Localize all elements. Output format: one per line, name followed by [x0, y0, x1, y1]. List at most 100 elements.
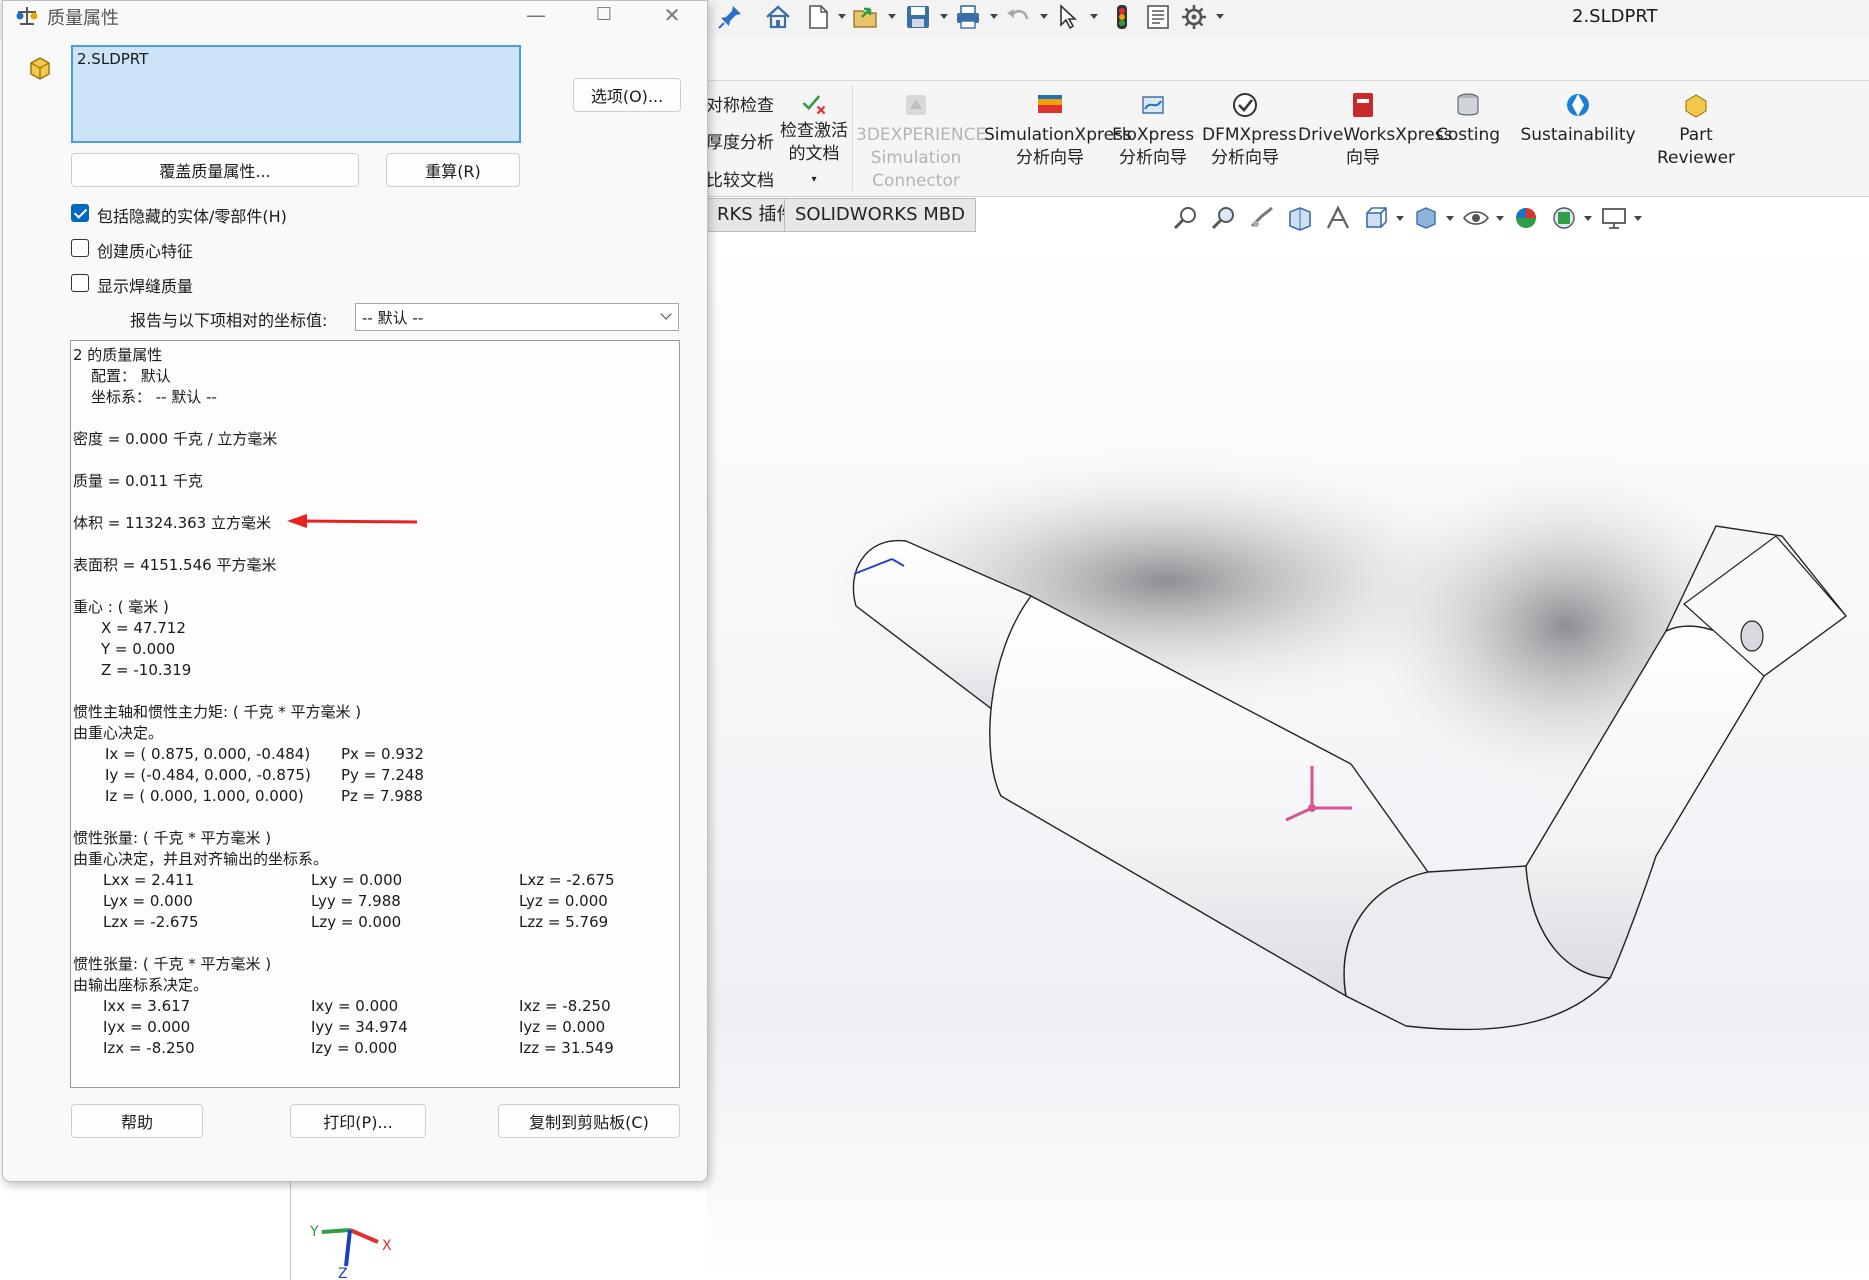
ribbon-button-simulationxpress[interactable]: SimulationXpress 分析向导 [984, 89, 1132, 170]
dynamic-annotation-icon[interactable] [1324, 204, 1352, 232]
part-reviewer-icon [1685, 94, 1707, 118]
print-dropdown-caret[interactable] [990, 14, 998, 19]
display-style-icon[interactable] [1412, 204, 1440, 232]
part-model-3d[interactable] [706, 236, 1869, 1280]
print-icon[interactable] [954, 3, 982, 31]
command-bar [706, 38, 1869, 81]
ribbon-button-sustainability[interactable]: Sustainability [1520, 89, 1636, 147]
maximize-button[interactable]: ☐ [575, 1, 633, 31]
ribbon-button-label: 3DEXPERIENCE Simulation Connector [856, 125, 987, 191]
open-folder-icon[interactable] [852, 3, 880, 31]
tensor-iyx: Iyx = 0.000 [103, 1018, 191, 1036]
view-orientation-icon[interactable] [1362, 204, 1390, 232]
results-cog-y: Y = 0.000 [101, 640, 176, 658]
options-gear-icon[interactable] [1180, 3, 1208, 31]
ribbon-button-costing[interactable]: Costing [1430, 89, 1506, 147]
tab-solidworks-mbd[interactable]: SOLIDWORKS MBD [784, 198, 976, 232]
open-dropdown-caret[interactable] [888, 14, 896, 19]
coordinate-system-select[interactable]: -- 默认 -- [355, 303, 679, 331]
view-settings-caret[interactable] [1634, 216, 1642, 221]
pin-icon[interactable] [716, 3, 744, 31]
include-hidden-bodies-checkbox-box[interactable] [71, 204, 89, 222]
3dexperience-icon [906, 95, 926, 115]
select-cursor-icon[interactable] [1054, 3, 1082, 31]
selected-items-list[interactable]: 2.SLDPRT [71, 45, 521, 143]
principal-axis-iy: Iy = (-0.484, 0.000, -0.875) [105, 766, 311, 784]
print-button[interactable]: 打印(P)... [290, 1104, 426, 1138]
save-dropdown-caret[interactable] [940, 14, 948, 19]
include-hidden-bodies-label: 包括隐藏的实体/零部件(H) [97, 207, 287, 226]
tensor-izx: Izx = -8.250 [103, 1039, 195, 1057]
results-principal-sub: 由重心决定。 [73, 724, 164, 742]
symmetry-check-button[interactable]: 对称检查 [706, 91, 774, 116]
home-icon[interactable] [764, 3, 792, 31]
options-dropdown-caret[interactable] [1216, 14, 1224, 19]
show-weld-bead-mass-label: 显示焊缝质量 [97, 277, 194, 296]
ribbon-button-part-reviewer[interactable]: Part Reviewer [1650, 89, 1742, 170]
simulationxpress-icon [1038, 95, 1062, 113]
copy-to-clipboard-button[interactable]: 复制到剪贴板(C) [498, 1104, 680, 1138]
check-active-document-icon [802, 95, 826, 115]
ribbon-button-dfmxpress[interactable]: DFMXpress 分析向导 [1202, 89, 1297, 170]
results-surface-area: 表面积 = 4151.546 平方毫米 [73, 556, 277, 574]
dialog-titlebar[interactable]: 质量属性 — ☐ ✕ [3, 1, 707, 31]
principal-moment-px: Px = 0.932 [341, 745, 424, 763]
ribbon-button-floxpress[interactable]: FloXpress 分析向导 [1112, 89, 1194, 170]
create-com-feature-checkbox-box[interactable] [71, 239, 89, 257]
recalculate-button[interactable]: 重算(R) [386, 153, 520, 187]
view-orientation-caret[interactable] [1396, 216, 1404, 221]
view-settings-monitor-icon[interactable] [1600, 204, 1628, 232]
principal-moment-py: Py = 7.248 [341, 766, 424, 784]
show-weld-bead-mass-checkbox-box[interactable] [71, 274, 89, 292]
ribbon-button-label: Sustainability [1520, 125, 1636, 145]
hide-show-caret[interactable] [1496, 216, 1504, 221]
tensor-lxx: Lxx = 2.411 [103, 871, 195, 889]
triad-x-label: X [382, 1238, 392, 1254]
help-button[interactable]: 帮助 [71, 1104, 203, 1138]
dfmxpress-icon [1233, 93, 1257, 117]
close-button[interactable]: ✕ [643, 1, 701, 31]
minimize-button[interactable]: — [507, 1, 565, 31]
previous-view-icon[interactable] [1248, 204, 1276, 232]
coordinate-system-label: 报告与以下项相对的坐标值: [130, 311, 328, 330]
apply-scene-caret[interactable] [1584, 216, 1592, 221]
new-document-icon[interactable] [804, 3, 832, 31]
tensor-izy: Izy = 0.000 [311, 1039, 398, 1057]
results-tensor-cog-header: 惯性张量: ( 千克 * 平方毫米 ) [73, 829, 272, 847]
edit-appearance-icon[interactable] [1512, 204, 1540, 232]
results-title: 2 的质量属性 [73, 346, 163, 364]
results-cog-x: X = 47.712 [101, 619, 186, 637]
section-view-icon[interactable] [1286, 204, 1314, 232]
save-icon[interactable] [904, 3, 932, 31]
apply-scene-icon[interactable] [1550, 204, 1578, 232]
ribbon-button-driveworksxpress[interactable]: DriveWorksXpress 向导 [1298, 89, 1452, 170]
check-active-document-label: 检查激活 的文档 [780, 121, 848, 164]
override-mass-properties-button[interactable]: 覆盖质量属性... [71, 153, 359, 187]
compare-documents-button[interactable]: 比较文档 [706, 166, 774, 191]
undo-dropdown-caret[interactable] [1040, 14, 1048, 19]
undo-icon[interactable] [1004, 3, 1032, 31]
hide-show-items-icon[interactable] [1462, 204, 1490, 232]
mass-properties-scale-icon [16, 7, 38, 25]
new-dropdown-caret[interactable] [838, 14, 846, 19]
select-dropdown-caret[interactable] [1090, 14, 1098, 19]
sustainability-icon [1567, 94, 1589, 116]
mass-properties-results[interactable]: 2 的质量属性 配置： 默认 坐标系： -- 默认 -- 密度 = 0.000 … [70, 340, 680, 1088]
thickness-analysis-button[interactable]: 厚度分析 [706, 128, 774, 153]
triad-y-label: Y [309, 1224, 319, 1240]
zoom-to-fit-icon[interactable] [1172, 204, 1200, 232]
options-button[interactable]: 选项(O)... [573, 78, 681, 112]
rebuild-traffic-light-icon[interactable] [1108, 3, 1136, 31]
file-properties-icon[interactable] [1144, 3, 1172, 31]
tensor-lzy: Lzy = 0.000 [311, 913, 402, 931]
annotation-arrow [287, 514, 418, 528]
check-active-document-button[interactable]: 检查激活 的文档 ▾ [776, 89, 852, 191]
results-density: 密度 = 0.000 千克 / 立方毫米 [73, 430, 278, 448]
selected-item[interactable]: 2.SLDPRT [77, 50, 148, 68]
zoom-to-area-icon[interactable] [1210, 204, 1238, 232]
chevron-down-icon[interactable] [660, 308, 672, 320]
tensor-lyz: Lyz = 0.000 [519, 892, 608, 910]
display-style-caret[interactable] [1446, 216, 1454, 221]
results-tensor-cog-sub: 由重心决定，并且对齐输出的坐标系。 [73, 850, 329, 868]
floxpress-icon [1142, 96, 1164, 114]
